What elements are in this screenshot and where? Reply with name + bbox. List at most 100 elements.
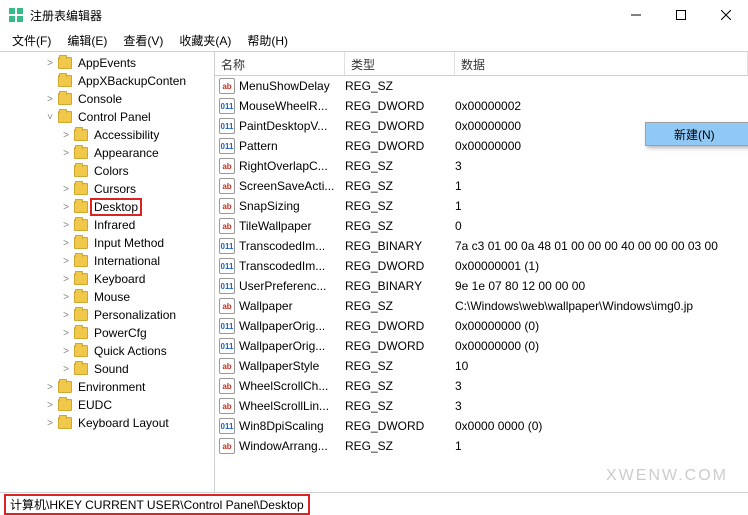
list-row[interactable]: 011WallpaperOrig...REG_DWORD0x00000000 (… xyxy=(215,336,748,356)
expand-icon[interactable]: > xyxy=(60,256,72,267)
col-name[interactable]: 名称 xyxy=(215,52,345,75)
tree-item[interactable]: >Mouse xyxy=(0,288,214,306)
statusbar: 计算机\HKEY CURRENT USER\Control Panel\Desk… xyxy=(0,492,748,515)
folder-icon xyxy=(74,147,88,159)
col-type[interactable]: 类型 xyxy=(345,52,455,75)
list-row[interactable]: 011UserPreferenc...REG_BINARY9e 1e 07 80… xyxy=(215,276,748,296)
binary-icon: 011 xyxy=(219,98,235,114)
close-button[interactable] xyxy=(703,0,748,30)
list-row[interactable]: abWheelScrollCh...REG_SZ3 xyxy=(215,376,748,396)
titlebar: 注册表编辑器 xyxy=(0,0,748,30)
binary-icon: 011 xyxy=(219,278,235,294)
list-row[interactable]: abSnapSizingREG_SZ1 xyxy=(215,196,748,216)
tree-item[interactable]: >Personalization xyxy=(0,306,214,324)
minimize-button[interactable] xyxy=(613,0,658,30)
expand-icon[interactable]: > xyxy=(60,328,72,339)
tree-item[interactable]: > Keyboard Layout xyxy=(0,414,214,432)
list-row[interactable]: abScreenSaveActi...REG_SZ1 xyxy=(215,176,748,196)
tree-item[interactable]: > PowerCfg xyxy=(0,324,214,342)
expand-icon[interactable]: > xyxy=(60,130,72,141)
folder-icon xyxy=(58,399,72,411)
tree-item[interactable]: >Cursors xyxy=(0,180,214,198)
tree-item[interactable]: >Environment xyxy=(0,378,214,396)
expand-icon[interactable]: > xyxy=(60,220,72,231)
value-data: 1 xyxy=(455,439,748,453)
value-type: REG_SZ xyxy=(345,299,455,313)
folder-icon xyxy=(74,201,88,213)
expand-icon[interactable]: > xyxy=(60,310,72,321)
tree-item[interactable]: >Desktop xyxy=(0,198,214,216)
value-type: REG_SZ xyxy=(345,359,455,373)
tree-item[interactable]: >Infrared xyxy=(0,216,214,234)
value-name: MouseWheelR... xyxy=(239,99,345,113)
expand-icon[interactable]: > xyxy=(60,238,72,249)
tree-item[interactable]: > AppEvents xyxy=(0,54,214,72)
ctx-new[interactable]: 新建(N) ▶ xyxy=(646,123,748,145)
expand-icon[interactable]: > xyxy=(60,346,72,357)
tree-item[interactable]: AppXBackupConten xyxy=(0,72,214,90)
list-row[interactable]: abWheelScrollLin...REG_SZ3 xyxy=(215,396,748,416)
tree-item[interactable]: >Sound xyxy=(0,360,214,378)
tree-item[interactable]: > Console xyxy=(0,90,214,108)
folder-icon xyxy=(74,165,88,177)
menu-view[interactable]: 查看(V) xyxy=(115,30,171,51)
expand-icon[interactable]: > xyxy=(60,202,72,213)
expand-icon[interactable]: > xyxy=(60,184,72,195)
list-header: 名称 类型 数据 xyxy=(215,52,748,76)
list-row[interactable]: 011TranscodedIm...REG_DWORD0x00000001 (1… xyxy=(215,256,748,276)
list-row[interactable]: 011WallpaperOrig...REG_DWORD0x00000000 (… xyxy=(215,316,748,336)
tree-item[interactable]: >International xyxy=(0,252,214,270)
value-type: REG_DWORD xyxy=(345,119,455,133)
expand-icon[interactable]: > xyxy=(60,364,72,375)
binary-icon: 011 xyxy=(219,138,235,154)
tree-label: Console xyxy=(76,92,124,106)
tree-item[interactable]: Colors xyxy=(0,162,214,180)
folder-icon xyxy=(74,363,88,375)
list-row[interactable]: abWindowArrang...REG_SZ1 xyxy=(215,436,748,456)
list-row[interactable]: abRightOverlapC...REG_SZ3 xyxy=(215,156,748,176)
expand-icon[interactable]: ˅ xyxy=(44,112,56,123)
tree-panel[interactable]: > AppEvents AppXBackupConten > Console ˅Contr… xyxy=(0,52,215,492)
menu-help[interactable]: 帮助(H) xyxy=(239,30,296,51)
expand-icon[interactable]: > xyxy=(44,418,56,429)
tree-label: AppXBackupConten xyxy=(76,74,188,88)
expand-icon[interactable]: > xyxy=(44,94,56,105)
context-menu: 新建(N) ▶ xyxy=(645,122,748,146)
tree-item[interactable]: > Input Method xyxy=(0,234,214,252)
expand-icon[interactable]: > xyxy=(60,274,72,285)
list-row[interactable]: abWallpaperREG_SZC:\Windows\web\wallpape… xyxy=(215,296,748,316)
tree-item[interactable]: ˅Control Panel xyxy=(0,108,214,126)
menu-file[interactable]: 文件(F) xyxy=(4,30,59,51)
list-row[interactable]: 011TranscodedIm...REG_BINARY7a c3 01 00 … xyxy=(215,236,748,256)
tree-item[interactable]: >EUDC xyxy=(0,396,214,414)
menu-edit[interactable]: 编辑(E) xyxy=(59,30,115,51)
folder-icon xyxy=(74,291,88,303)
tree-label: AppEvents xyxy=(76,56,138,70)
tree-label: Keyboard Layout xyxy=(76,416,171,430)
tree-item[interactable]: >Quick Actions xyxy=(0,342,214,360)
expand-icon[interactable]: > xyxy=(44,400,56,411)
menu-favorites[interactable]: 收藏夹(A) xyxy=(171,30,239,51)
expand-icon[interactable]: > xyxy=(60,148,72,159)
value-data: 1 xyxy=(455,179,748,193)
tree-item[interactable]: >Appearance xyxy=(0,144,214,162)
tree-label: PowerCfg xyxy=(92,326,149,340)
tree-item[interactable]: >Keyboard xyxy=(0,270,214,288)
value-type: REG_DWORD xyxy=(345,99,455,113)
list-row[interactable]: abTileWallpaperREG_SZ0 xyxy=(215,216,748,236)
list-row[interactable]: 011MouseWheelR...REG_DWORD0x00000002 xyxy=(215,96,748,116)
list-row[interactable]: 011Win8DpiScalingREG_DWORD0x0000 0000 (0… xyxy=(215,416,748,436)
list-row[interactable]: abMenuShowDelayREG_SZ xyxy=(215,76,748,96)
tree-label: Input Method xyxy=(92,236,166,250)
value-data: 0 xyxy=(455,219,748,233)
maximize-button[interactable] xyxy=(658,0,703,30)
value-data: 10 xyxy=(455,359,748,373)
expand-icon[interactable]: > xyxy=(60,292,72,303)
col-data[interactable]: 数据 xyxy=(455,52,748,75)
expand-icon[interactable]: > xyxy=(44,382,56,393)
string-icon: ab xyxy=(219,198,235,214)
folder-icon xyxy=(74,219,88,231)
list-row[interactable]: abWallpaperStyleREG_SZ10 xyxy=(215,356,748,376)
expand-icon[interactable]: > xyxy=(44,58,56,69)
tree-item[interactable]: >Accessibility xyxy=(0,126,214,144)
